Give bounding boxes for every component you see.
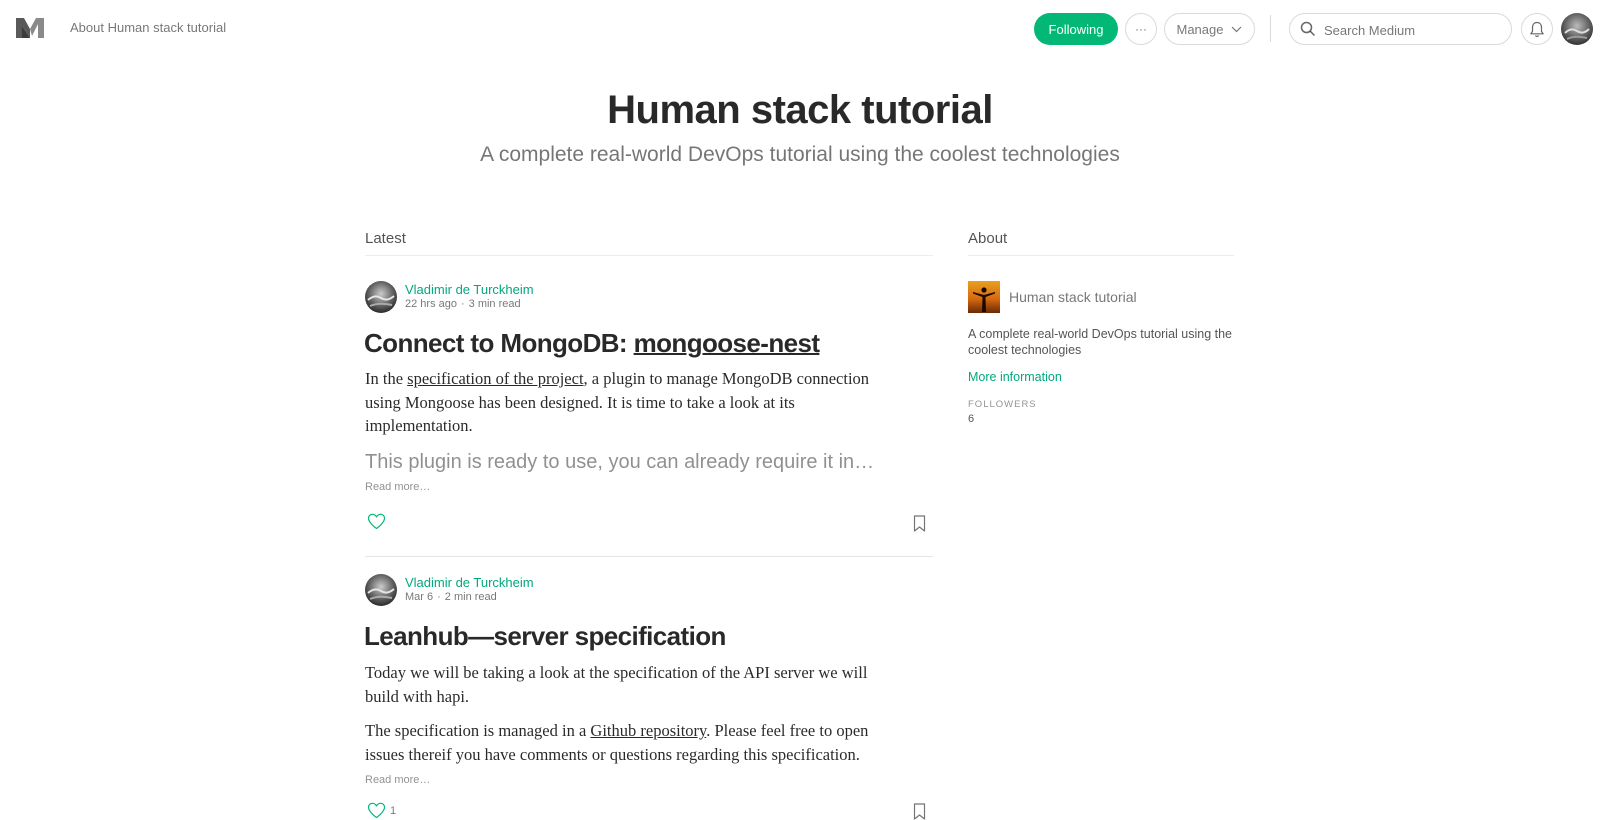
manage-label: Manage bbox=[1176, 21, 1224, 37]
post-excerpt: In the specification of the project, a p… bbox=[365, 367, 905, 438]
clap-button[interactable] bbox=[367, 513, 386, 530]
publication-logo-image bbox=[968, 281, 1000, 313]
bookmark-icon[interactable] bbox=[913, 515, 926, 532]
following-button[interactable]: Following bbox=[1034, 13, 1118, 45]
author-name-link[interactable]: Vladimir de Turckheim bbox=[405, 282, 534, 297]
about-publication-link[interactable]: About Human stack tutorial bbox=[70, 20, 226, 35]
followers-count[interactable]: 6 bbox=[968, 413, 974, 425]
heart-icon bbox=[367, 802, 386, 819]
followers-label: FOLLOWERS bbox=[968, 399, 1037, 410]
post-excerpt: Today we will be taking a look at the sp… bbox=[365, 663, 868, 706]
toolbar-divider bbox=[1270, 15, 1271, 42]
author-avatar-image bbox=[365, 281, 397, 313]
post-title-link[interactable]: mongoose-nest bbox=[634, 328, 820, 358]
bell-icon bbox=[1530, 21, 1544, 37]
post-title[interactable]: Connect to MongoDB: mongoose-nest bbox=[364, 328, 820, 359]
meta-separator: · bbox=[460, 298, 465, 310]
post-meta: Mar 6 · 2 min read bbox=[405, 591, 497, 603]
clap-button[interactable]: 1 bbox=[367, 802, 396, 819]
publication-logo[interactable] bbox=[968, 281, 1000, 313]
post-kicker: This plugin is ready to use, you can alr… bbox=[365, 451, 875, 473]
about-heading: About bbox=[968, 230, 1008, 247]
user-avatar-image bbox=[1561, 13, 1593, 45]
post-date[interactable]: 22 hrs ago bbox=[405, 298, 457, 310]
post-excerpt: The specification is managed in a Github… bbox=[365, 719, 905, 766]
post-title[interactable]: Leanhub—server specification bbox=[364, 621, 726, 652]
read-more-link[interactable]: Read more… bbox=[365, 774, 430, 786]
more-information-link[interactable]: More information bbox=[968, 370, 1062, 384]
read-time: 2 min read bbox=[444, 591, 497, 603]
search-box[interactable] bbox=[1289, 13, 1512, 45]
about-publication-name[interactable]: Human stack tutorial bbox=[1009, 289, 1137, 305]
post-meta: 22 hrs ago · 3 min read bbox=[405, 298, 521, 310]
publication-subtitle: A complete real-world DevOps tutorial us… bbox=[480, 143, 1120, 166]
more-options-button[interactable]: ··· bbox=[1125, 13, 1157, 45]
author-avatar[interactable] bbox=[365, 574, 397, 606]
search-icon bbox=[1300, 21, 1316, 37]
top-navigation-bar: About Human stack tutorial Following ···… bbox=[0, 0, 1600, 58]
post-title-text: Connect to MongoDB: bbox=[364, 328, 634, 358]
search-input[interactable] bbox=[1322, 19, 1506, 41]
post-divider bbox=[365, 556, 933, 557]
excerpt-text: In the bbox=[365, 369, 408, 388]
clap-count: 1 bbox=[390, 804, 397, 817]
latest-heading: Latest bbox=[365, 230, 406, 247]
manage-dropdown[interactable]: Manage bbox=[1164, 13, 1255, 45]
medium-logo-icon[interactable] bbox=[16, 16, 44, 40]
user-avatar[interactable] bbox=[1561, 13, 1593, 45]
specification-link[interactable]: specification of the project bbox=[407, 369, 583, 388]
excerpt-text: The specification is managed in a bbox=[365, 721, 591, 740]
read-time: 3 min read bbox=[468, 298, 521, 310]
author-avatar[interactable] bbox=[365, 281, 397, 313]
publication-title: Human stack tutorial bbox=[607, 88, 993, 132]
chevron-down-icon bbox=[1232, 26, 1242, 32]
author-name-link[interactable]: Vladimir de Turckheim bbox=[405, 575, 534, 590]
notifications-button[interactable] bbox=[1521, 13, 1553, 45]
latest-divider bbox=[365, 255, 933, 256]
github-repository-link[interactable]: Github repository bbox=[590, 721, 706, 740]
about-divider bbox=[968, 255, 1234, 256]
about-description: A complete real-world DevOps tutorial us… bbox=[968, 327, 1233, 357]
read-more-link[interactable]: Read more… bbox=[365, 481, 430, 493]
heart-icon bbox=[367, 513, 386, 530]
post-date[interactable]: Mar 6 bbox=[405, 591, 433, 603]
more-icon: ··· bbox=[1135, 22, 1147, 36]
meta-separator: · bbox=[437, 591, 441, 603]
author-avatar-image bbox=[365, 574, 397, 606]
